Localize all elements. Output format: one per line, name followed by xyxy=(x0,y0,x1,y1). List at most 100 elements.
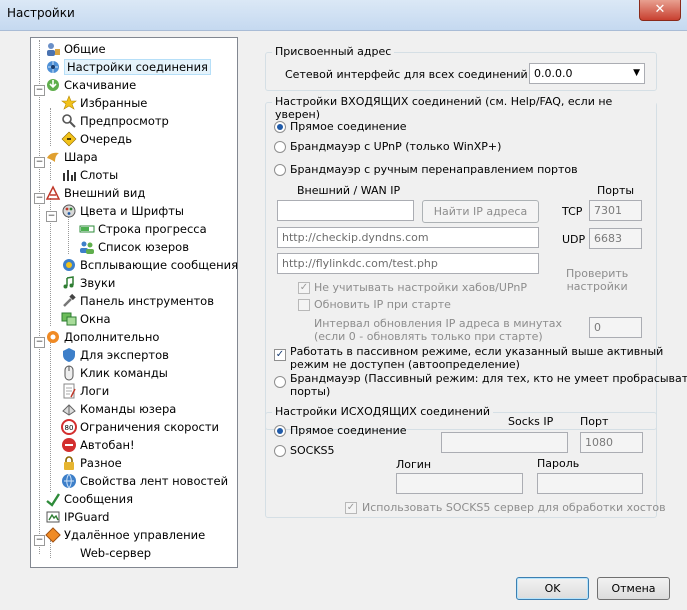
use-socks-hosts-checkbox[interactable]: ✓ xyxy=(345,502,357,514)
outgoing-socks-radio[interactable] xyxy=(274,445,286,457)
tree-item-colors-fonts[interactable]: Цвета и Шрифты xyxy=(61,202,184,220)
settings-tree[interactable]: − − − − − − Общие Настройки соединения С… xyxy=(30,37,238,568)
incoming-manual-radio[interactable] xyxy=(274,164,286,176)
collapse-toggle[interactable]: − xyxy=(46,211,57,222)
tree-item-appearance[interactable]: Внешний вид xyxy=(45,184,145,202)
ipguard-icon xyxy=(46,511,60,522)
tree-item-share[interactable]: Шара xyxy=(45,148,98,166)
chevron-down-icon: ▼ xyxy=(633,68,640,78)
toolbar-icon xyxy=(63,293,76,307)
messages-icon xyxy=(46,492,61,507)
cancel-button[interactable]: Отмена xyxy=(597,577,670,600)
passive-auto-checkbox[interactable]: ✓ xyxy=(274,349,286,361)
tree-item-advanced[interactable]: Дополнительно xyxy=(45,328,159,346)
tree-item-user-list[interactable]: Список юзеров xyxy=(79,238,189,256)
wan-ip-input[interactable] xyxy=(277,200,414,221)
connection-icon xyxy=(47,60,59,73)
passive-firewall-label-1: Брандмауэр (Пассивный режим: для тех, кт… xyxy=(290,372,687,385)
tree-item-download[interactable]: Скачивание xyxy=(45,76,136,94)
tree-item-messages[interactable]: Сообщения xyxy=(45,490,133,508)
assigned-address-legend: Присвоенный адрес xyxy=(272,45,395,58)
expert-icon xyxy=(63,347,75,362)
collapse-toggle[interactable]: − xyxy=(34,535,45,546)
incoming-manual-label: Брандмауэр с ручным перенаправлением пор… xyxy=(290,163,578,176)
tree-item-misc[interactable]: Разное xyxy=(61,454,122,472)
progress-icon xyxy=(79,225,95,232)
tree-item-favorites[interactable]: Избранные xyxy=(61,94,147,112)
password-label: Пароль xyxy=(537,457,580,470)
preview-icon xyxy=(62,113,76,128)
tree-item-user-commands[interactable]: Команды юзера xyxy=(61,400,176,418)
tree-item-queue[interactable]: Очередь xyxy=(61,130,132,148)
incoming-upnp-label: Брандмауэр с UPnP (только WinXP+) xyxy=(290,140,502,153)
users-icon xyxy=(80,241,94,254)
interface-select[interactable]: 0.0.0.0 ▼ xyxy=(529,63,645,84)
ok-button[interactable]: OK xyxy=(516,577,589,600)
tree-item-remote[interactable]: Удалённое управление xyxy=(45,526,205,544)
tree-item-ipguard[interactable]: IPGuard xyxy=(45,508,109,526)
incoming-direct-label: Прямое соединение xyxy=(290,120,407,133)
tree-item-preview[interactable]: Предпросмотр xyxy=(61,112,169,130)
tree-item-general[interactable]: Общие xyxy=(45,40,106,58)
update-ip-start-checkbox[interactable] xyxy=(298,299,310,311)
interval-label-1: Интервал обновления IP адреса в минутах xyxy=(314,317,563,330)
tree-item-click-commands[interactable]: Клик команды xyxy=(61,364,168,382)
tree-item-speed-limits[interactable]: 80 Ограничения скорости xyxy=(61,418,219,436)
socks-ip-input[interactable] xyxy=(441,432,568,453)
user-commands-icon xyxy=(62,403,76,416)
dialog-client: − − − − − − Общие Настройки соединения С… xyxy=(0,31,687,610)
tree-item-logs[interactable]: Логи xyxy=(61,382,109,400)
popup-icon xyxy=(63,258,75,271)
collapse-toggle[interactable]: − xyxy=(34,157,45,168)
password-input[interactable] xyxy=(537,473,643,494)
interval-label-2: (если 0 - обновлять только при старте) xyxy=(314,330,543,343)
tcp-label: TCP xyxy=(562,205,583,218)
ignore-hub-upnp-checkbox[interactable]: ✓ xyxy=(298,282,310,294)
test-url-input[interactable]: http://flylinkdc.com/test.php xyxy=(277,253,539,274)
find-ip-button[interactable]: Найти IP адреса xyxy=(422,200,539,223)
tree-item-webserver[interactable]: Web-сервер xyxy=(61,544,151,562)
speed-limit-icon: 80 xyxy=(61,418,77,435)
queue-icon xyxy=(61,131,77,146)
login-input[interactable] xyxy=(396,473,523,494)
webserver-icon xyxy=(61,545,77,561)
checkip-url-input[interactable]: http://checkip.dyndns.com xyxy=(277,227,539,248)
collapse-toggle[interactable]: − xyxy=(34,85,45,96)
tree-item-windows[interactable]: Окна xyxy=(61,310,111,328)
tree-item-connection[interactable]: Настройки соединения xyxy=(45,58,211,76)
collapse-toggle[interactable]: − xyxy=(34,193,45,204)
incoming-upnp-radio[interactable] xyxy=(274,141,286,153)
tree-item-slots[interactable]: Слоты xyxy=(61,166,118,184)
ignore-hub-upnp-label: Не учитывать настройки хабов/UPnP xyxy=(314,281,527,294)
svg-text:80: 80 xyxy=(65,424,74,432)
tree-item-experts[interactable]: Для экспертов xyxy=(61,346,169,364)
interval-input[interactable]: 0 xyxy=(589,317,642,338)
tree-item-autoban[interactable]: Автобан! xyxy=(61,436,135,454)
ports-label: Порты xyxy=(597,184,635,197)
tree-item-news-feeds[interactable]: Свойства лент новостей xyxy=(61,472,228,490)
rss-icon xyxy=(62,473,76,488)
interface-label: Сетевой интерфейс для всех соединений xyxy=(285,68,528,81)
lock-icon xyxy=(64,455,74,470)
collapse-toggle[interactable]: − xyxy=(34,337,45,348)
outgoing-direct-label: Прямое соединение xyxy=(290,424,407,437)
sound-icon xyxy=(63,275,74,288)
tree-item-popups[interactable]: Всплывающие сообщения xyxy=(61,256,237,274)
close-button[interactable]: ✕ xyxy=(639,0,681,21)
slots-icon xyxy=(63,169,76,181)
incoming-direct-radio[interactable] xyxy=(274,121,286,133)
tree-item-progress-bar[interactable]: Строка прогресса xyxy=(79,220,207,238)
passive-auto-label-1: Работать в пассивном режиме, если указан… xyxy=(290,345,664,358)
tcp-port-input[interactable]: 7301 xyxy=(589,200,642,221)
udp-port-input[interactable]: 6683 xyxy=(589,228,642,249)
tree-item-sounds[interactable]: Звуки xyxy=(61,274,115,292)
share-icon xyxy=(47,152,59,162)
check-settings-label[interactable]: Проверить настройки xyxy=(566,267,628,293)
appearance-icon xyxy=(45,184,61,200)
window-title: Настройки xyxy=(7,6,75,20)
passive-firewall-radio[interactable] xyxy=(274,376,286,388)
tree-item-toolbar[interactable]: Панель инструментов xyxy=(61,292,214,310)
outgoing-direct-radio[interactable] xyxy=(274,425,286,437)
socks-port-input[interactable]: 1080 xyxy=(580,432,643,453)
download-icon xyxy=(47,78,59,91)
